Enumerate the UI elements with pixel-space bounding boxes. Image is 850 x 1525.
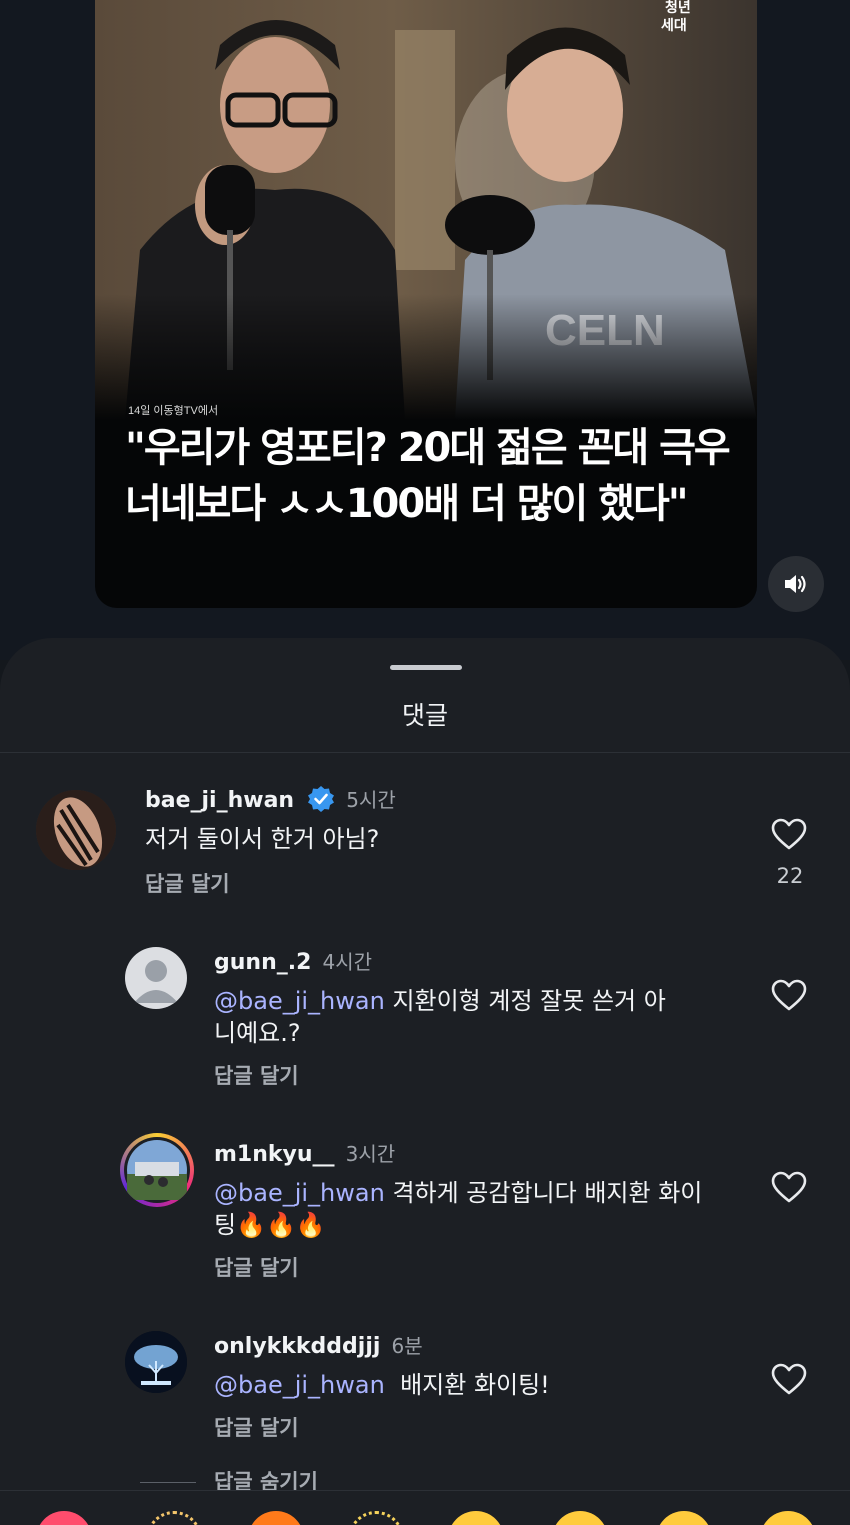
avatar[interactable] [125, 1331, 187, 1393]
verified-badge-icon [308, 786, 335, 812]
comment-text: 저거 둘이서 한거 아님? [145, 825, 380, 853]
clap-emoji[interactable] [146, 1511, 202, 1525]
divider [0, 752, 850, 753]
heart-outline-icon[interactable] [771, 979, 807, 1011]
user-silhouette-icon [134, 960, 178, 1003]
username[interactable]: onlykkkdddjjj [214, 1334, 380, 1359]
reply-button[interactable]: 답글 달기 [214, 1252, 299, 1282]
heart-emoji[interactable] [36, 1511, 92, 1525]
mention-link[interactable]: @bae_ji_hwan [214, 1179, 385, 1207]
comment-text: @bae_ji_hwan 지환이형 계정 잘못 쓴거 아니예요.? [214, 987, 666, 1047]
reply-button[interactable]: 답글 달기 [214, 1060, 299, 1090]
svg-text:세대: 세대 [661, 18, 687, 34]
comment-text: @bae_ji_hwan 격하게 공감합니다 배지환 화이팅🔥🔥🔥 [214, 1179, 703, 1239]
reel-video[interactable]: CELN 청년 세대 14일 이동형TV에서 "우리가 영포티? 20대 젊은 … [95, 0, 757, 608]
username[interactable]: m1nkyu__ [214, 1142, 335, 1167]
smile-emoji[interactable] [448, 1511, 504, 1525]
video-source-caption: 14일 이동형TV에서 [128, 405, 219, 417]
comment-time: 3시간 [345, 1142, 396, 1166]
tattoo-avatar-image [36, 790, 116, 870]
corner-badge: 청년 [665, 0, 691, 16]
party-emoji[interactable] [348, 1511, 404, 1525]
heart-outline-icon[interactable] [771, 1171, 807, 1203]
hide-replies-button[interactable]: 답글 숨기기 [214, 1466, 318, 1490]
comment-time: 4시간 [322, 950, 373, 974]
mute-button[interactable] [768, 556, 824, 612]
video-frame-image: CELN 청년 세대 [95, 0, 757, 420]
avatar[interactable] [125, 947, 187, 1009]
reel-area: CELN 청년 세대 14일 이동형TV에서 "우리가 영포티? 20대 젊은 … [0, 0, 850, 660]
mention-link[interactable]: @bae_ji_hwan [214, 987, 385, 1015]
comment-time: 5시간 [346, 788, 396, 812]
avatar[interactable] [36, 790, 116, 870]
comment-text: @bae_ji_hwan 배지환 화이팅! [214, 1371, 550, 1399]
surprised-emoji[interactable] [656, 1511, 712, 1525]
sheet-grabber-handle[interactable] [390, 665, 462, 670]
heart-outline-icon[interactable] [771, 818, 807, 850]
emoji-reaction-bar [0, 1490, 850, 1525]
reply-button[interactable]: 답글 달기 [214, 1412, 299, 1442]
video-headline: "우리가 영포티? 20대 젊은 꼰대 극우 너네보다 ㅅㅅ100배 더 많이 … [125, 425, 731, 527]
comment-time: 6분 [391, 1334, 423, 1358]
reply-button[interactable]: 답글 달기 [145, 868, 230, 898]
mention-link[interactable]: @bae_ji_hwan [214, 1371, 385, 1399]
cry-laugh-emoji[interactable] [760, 1511, 816, 1525]
divider [140, 1482, 196, 1483]
sheet-title: 댓글 [401, 701, 448, 730]
tree-avatar-image [125, 1331, 187, 1393]
speaker-icon [785, 575, 806, 593]
laugh-emoji[interactable] [552, 1511, 608, 1525]
like-count: 22 [776, 864, 804, 888]
fire-emoji[interactable] [248, 1511, 304, 1525]
username[interactable]: bae_ji_hwan [145, 788, 294, 813]
avatar-photo [127, 1140, 187, 1200]
heart-outline-icon[interactable] [771, 1363, 807, 1395]
story-ring-avatar[interactable] [120, 1133, 194, 1207]
username[interactable]: gunn_.2 [214, 950, 311, 975]
